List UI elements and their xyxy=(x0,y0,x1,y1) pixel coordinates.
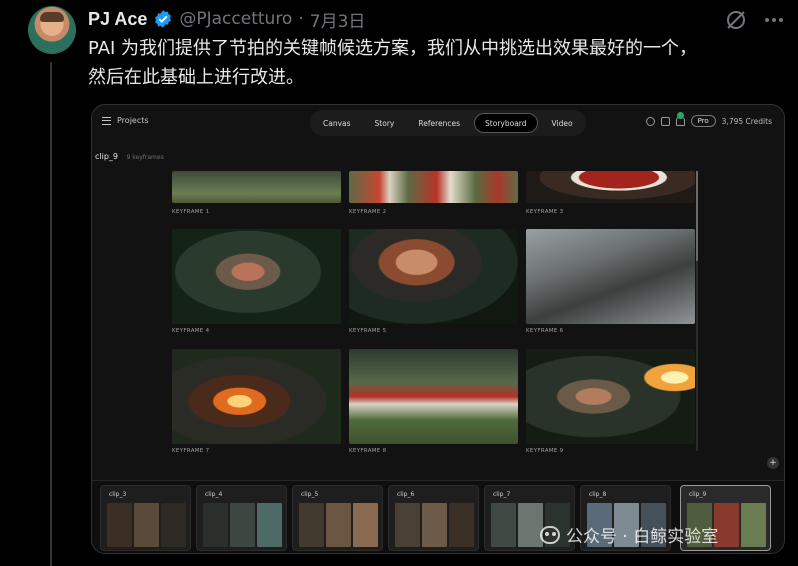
add-keyframe-button[interactable]: + xyxy=(767,457,779,469)
keyframe-label-7: KEYFRAME 7 xyxy=(172,448,210,454)
keyframe-label-6: KEYFRAME 6 xyxy=(526,328,564,334)
tweet-text-line-2: 然后在此基础上进行改进。 xyxy=(88,67,304,88)
separator-dot: · xyxy=(298,9,304,29)
keyframe-image-1[interactable] xyxy=(172,171,341,203)
keyframe-image-6[interactable] xyxy=(526,229,695,324)
projects-label: Projects xyxy=(117,116,149,125)
clip-card-label: clip_8 xyxy=(589,491,607,498)
tweet-text-line-1: PAI 为我们提供了节拍的关键帧候选方案，我们从中挑选出效果最好的一个， xyxy=(88,38,698,59)
tab-references[interactable]: References xyxy=(408,113,470,133)
keyframe-image-2[interactable] xyxy=(349,171,518,203)
grok-icon[interactable] xyxy=(724,8,748,32)
clip-thumb xyxy=(491,503,516,547)
keyframe-image-8[interactable] xyxy=(349,349,518,444)
clip-thumb xyxy=(353,503,378,547)
keyframe-label-5: KEYFRAME 5 xyxy=(349,328,387,334)
tweet-text: PAI 为我们提供了节拍的关键帧候选方案，我们从中挑选出效果最好的一个， 然后在… xyxy=(88,34,788,92)
notification-bell-icon[interactable] xyxy=(675,111,685,126)
credits-count: 3,795 Credits xyxy=(721,116,772,126)
hamburger-menu-icon xyxy=(102,116,111,125)
keyframe-label-2: KEYFRAME 2 xyxy=(349,209,387,215)
keyframe-label-4: KEYFRAME 4 xyxy=(172,328,210,334)
keyframe-label-1: KEYFRAME 1 xyxy=(172,209,210,215)
watermark-text: 公众号 · 白鲸实验室 xyxy=(566,527,719,547)
thread-line xyxy=(50,62,52,566)
clip-title: clip_9 9 keyframes xyxy=(95,152,164,161)
clip-thumb xyxy=(395,503,420,547)
clip-thumb xyxy=(326,503,351,547)
clip-thumb xyxy=(422,503,447,547)
clip-card-label: clip_9 xyxy=(689,491,707,498)
keyframe-scroll-thumb[interactable] xyxy=(696,171,698,261)
clip-card-label: clip_7 xyxy=(493,491,511,498)
mode-tabs: Canvas Story References Storyboard Video xyxy=(310,110,586,136)
keyframe-label-9: KEYFRAME 9 xyxy=(526,448,564,454)
clip-thumb xyxy=(134,503,159,547)
clip-thumb xyxy=(299,503,324,547)
clip-card-label: clip_5 xyxy=(301,491,319,498)
history-icon[interactable] xyxy=(645,116,655,126)
keyframe-image-7[interactable] xyxy=(172,349,341,444)
pro-badge[interactable]: Pro xyxy=(690,115,716,127)
tab-story[interactable]: Story xyxy=(365,113,405,133)
clip-thumb xyxy=(203,503,228,547)
clip-thumb xyxy=(257,503,282,547)
keyframe-image-9[interactable] xyxy=(526,349,695,444)
avatar[interactable] xyxy=(28,6,76,54)
clip-thumb xyxy=(107,503,132,547)
author-name[interactable]: PJ Ace xyxy=(88,9,147,30)
clip-card-label: clip_3 xyxy=(109,491,127,498)
inbox-icon[interactable] xyxy=(660,116,670,126)
watermark: 公众号 · 白鲸实验室 xyxy=(540,522,718,547)
wechat-icon xyxy=(540,525,560,544)
clip-keyframe-count: 9 keyframes xyxy=(126,154,164,161)
projects-menu[interactable]: Projects xyxy=(102,116,149,125)
keyframe-label-8: KEYFRAME 8 xyxy=(349,448,387,454)
verified-badge-icon xyxy=(155,10,172,28)
tweet-header: PJ Ace @PJaccetturo · 7月3日 xyxy=(88,7,366,32)
clip-card-label: clip_4 xyxy=(205,491,223,498)
clip-thumb xyxy=(230,503,255,547)
clip-thumb xyxy=(741,503,766,547)
clip-card-5[interactable]: clip_5 xyxy=(292,485,383,551)
clip-thumb xyxy=(161,503,186,547)
clip-card-6[interactable]: clip_6 xyxy=(388,485,479,551)
right-tools: Pro 3,795 Credits xyxy=(645,111,772,127)
tweet-media-screenshot[interactable]: Projects Canvas Story References Storybo… xyxy=(91,104,785,554)
clip-thumb xyxy=(449,503,474,547)
author-handle[interactable]: @PJaccetturo xyxy=(179,9,292,29)
keyframe-label-3: KEYFRAME 3 xyxy=(526,209,564,215)
more-options-icon[interactable] xyxy=(762,8,786,32)
post-date[interactable]: 7月3日 xyxy=(310,7,366,32)
tab-video[interactable]: Video xyxy=(542,113,583,133)
keyframe-image-3[interactable] xyxy=(526,171,695,203)
keyframe-image-5[interactable] xyxy=(349,229,518,324)
tab-canvas[interactable]: Canvas xyxy=(313,113,361,133)
keyframe-image-4[interactable] xyxy=(172,229,341,324)
clip-name: clip_9 xyxy=(95,152,119,161)
app-topbar: Projects Canvas Story References Storybo… xyxy=(92,105,784,141)
clip-card-label: clip_6 xyxy=(397,491,415,498)
clip-card-4[interactable]: clip_4 xyxy=(196,485,287,551)
tab-storyboard[interactable]: Storyboard xyxy=(474,113,538,133)
clip-card-3[interactable]: clip_3 xyxy=(100,485,191,551)
